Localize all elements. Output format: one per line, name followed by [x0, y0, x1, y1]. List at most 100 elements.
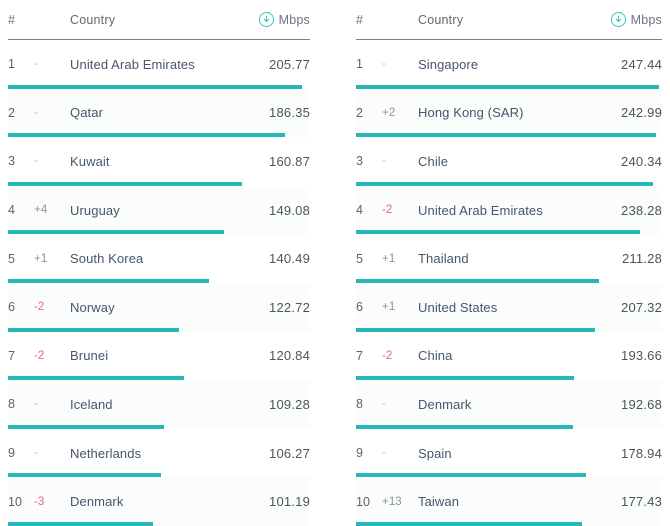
- row-rank: 1: [8, 57, 15, 72]
- row-rank: 6: [356, 300, 363, 315]
- row-speed-value: 122.72: [269, 299, 310, 315]
- column-header-rank: #: [8, 12, 16, 27]
- row-rank: 2: [356, 105, 363, 120]
- table-row[interactable]: 9 - Spain 178.94: [356, 428, 662, 478]
- table-row[interactable]: 5 +1 Thailand 211.28: [356, 234, 662, 283]
- row-rank-change: +13: [382, 495, 402, 508]
- ranking-panel-left: # Country Mbps 1 - United Arab Emirates 205…: [0, 0, 320, 526]
- table-row[interactable]: 2 +2 Hong Kong (SAR) 242.99: [356, 88, 662, 138]
- table-row[interactable]: 4 -2 United Arab Emirates 238.28: [356, 185, 662, 235]
- row-rank-change: -2: [34, 349, 45, 362]
- ranking-table-right: # Country Mbps 1 - Singapore 247.44 2 +2 Hong …: [346, 0, 670, 526]
- row-country-name[interactable]: Taiwan: [418, 494, 621, 509]
- row-rank-change: -: [34, 106, 38, 119]
- row-speed-value: 238.28: [621, 202, 662, 218]
- panel-divider: [320, 0, 346, 526]
- row-rank: 1: [356, 57, 363, 72]
- row-rank: 9: [8, 446, 15, 461]
- row-country-name[interactable]: United States: [418, 300, 621, 315]
- table-body-right: 1 - Singapore 247.44 2 +2 Hong Kong (SAR) 242.9…: [356, 40, 662, 526]
- table-row[interactable]: 3 - Kuwait 160.87: [8, 137, 310, 186]
- row-rank: 8: [356, 397, 363, 412]
- row-speed-value: 177.43: [621, 494, 662, 510]
- table-row[interactable]: 1 - United Arab Emirates 205.77: [8, 40, 310, 89]
- table-row[interactable]: 6 -2 Norway 122.72: [8, 282, 310, 332]
- table-row[interactable]: 8 - Iceland 109.28: [8, 380, 310, 429]
- row-speed-value: 120.84: [269, 348, 310, 364]
- row-country-name[interactable]: Denmark: [418, 397, 621, 412]
- table-row[interactable]: 2 - Qatar 186.35: [8, 88, 310, 138]
- row-country-name[interactable]: United Arab Emirates: [418, 203, 621, 218]
- column-header-speed: Mbps: [258, 12, 310, 27]
- table-row[interactable]: 8 - Denmark 192.68: [356, 380, 662, 429]
- table-body-left: 1 - United Arab Emirates 205.77 2 - Qatar 186.3…: [8, 40, 310, 526]
- table-row[interactable]: 10 +13 Taiwan 177.43: [356, 477, 662, 526]
- row-country-name[interactable]: Chile: [418, 154, 621, 169]
- row-rank: 8: [8, 397, 15, 412]
- row-speed-value: 106.27: [269, 445, 310, 461]
- row-country-name[interactable]: Brunei: [70, 348, 269, 363]
- row-rank-change: -: [382, 58, 386, 71]
- row-country-name[interactable]: South Korea: [70, 251, 269, 266]
- row-country-name[interactable]: Iceland: [70, 397, 269, 412]
- table-row[interactable]: 7 -2 China 193.66: [356, 331, 662, 381]
- row-country-name[interactable]: Norway: [70, 300, 269, 315]
- row-rank: 5: [8, 251, 15, 266]
- table-row[interactable]: 9 - Netherlands 106.27: [8, 428, 310, 478]
- table-row[interactable]: 3 - Chile 240.34: [356, 137, 662, 186]
- row-rank: 3: [8, 154, 15, 169]
- row-speed-value: 247.44: [621, 56, 662, 72]
- row-speed-bar-fill: [356, 521, 583, 526]
- row-rank-change: -: [34, 155, 38, 168]
- row-country-name[interactable]: Hong Kong (SAR): [418, 105, 621, 120]
- row-country-name[interactable]: Kuwait: [70, 154, 269, 169]
- download-arrow-circle-icon: [258, 12, 274, 27]
- column-header-rank: #: [356, 12, 364, 27]
- row-rank-change: -: [34, 398, 38, 411]
- row-rank: 7: [356, 348, 363, 363]
- row-country-name[interactable]: Uruguay: [70, 203, 269, 218]
- row-rank-change: -: [382, 155, 386, 168]
- download-arrow-circle-icon: [610, 12, 626, 27]
- row-rank-change: -2: [382, 204, 393, 217]
- row-speed-value: 101.19: [269, 494, 310, 510]
- row-country-name[interactable]: Spain: [418, 446, 621, 461]
- row-rank: 3: [356, 154, 363, 169]
- table-row[interactable]: 7 -2 Brunei 120.84: [8, 331, 310, 381]
- row-rank-change: -: [382, 447, 386, 460]
- table-row[interactable]: 6 +1 United States 207.32: [356, 282, 662, 332]
- row-country-name[interactable]: Thailand: [418, 251, 622, 266]
- row-rank-change: +1: [382, 252, 396, 265]
- row-country-name[interactable]: Denmark: [70, 494, 269, 509]
- row-country-name[interactable]: Qatar: [70, 105, 269, 120]
- table-row[interactable]: 4 +4 Uruguay 149.08: [8, 185, 310, 235]
- row-speed-value: 211.28: [622, 251, 662, 267]
- table-row[interactable]: 1 - Singapore 247.44: [356, 40, 662, 89]
- row-country-name[interactable]: China: [418, 348, 621, 363]
- speedtest-global-index-rankings: # Country Mbps 1- United Arab Emirates 205…: [0, 0, 670, 526]
- row-speed-bar-track: [356, 521, 662, 526]
- row-speed-value: 186.35: [269, 105, 310, 121]
- row-speed-bar-track: [8, 521, 310, 526]
- row-country-name[interactable]: Netherlands: [70, 446, 269, 461]
- row-rank: 9: [356, 446, 363, 461]
- table-row[interactable]: 10 -3 Denmark 101.19: [8, 477, 310, 526]
- column-header-country: Country: [70, 12, 116, 27]
- row-speed-value: 160.87: [269, 153, 310, 169]
- row-speed-value: 140.49: [269, 251, 310, 267]
- row-country-name[interactable]: United Arab Emirates: [70, 57, 269, 72]
- row-rank: 7: [8, 348, 15, 363]
- column-header-speed-label: Mbps: [278, 12, 310, 27]
- table-header-right: # Country Mbps: [356, 0, 662, 40]
- row-rank: 10: [8, 494, 22, 509]
- row-speed-value: 178.94: [621, 445, 662, 461]
- row-rank: 4: [356, 203, 363, 218]
- row-rank: 6: [8, 300, 15, 315]
- table-row[interactable]: 5 +1 South Korea 140.49: [8, 234, 310, 283]
- row-country-name[interactable]: Singapore: [418, 57, 621, 72]
- row-speed-bar-fill: [8, 521, 153, 526]
- row-rank-change: -2: [382, 349, 393, 362]
- row-speed-value: 109.28: [269, 396, 310, 412]
- row-speed-value: 149.08: [269, 202, 310, 218]
- row-rank-change: -3: [34, 495, 45, 508]
